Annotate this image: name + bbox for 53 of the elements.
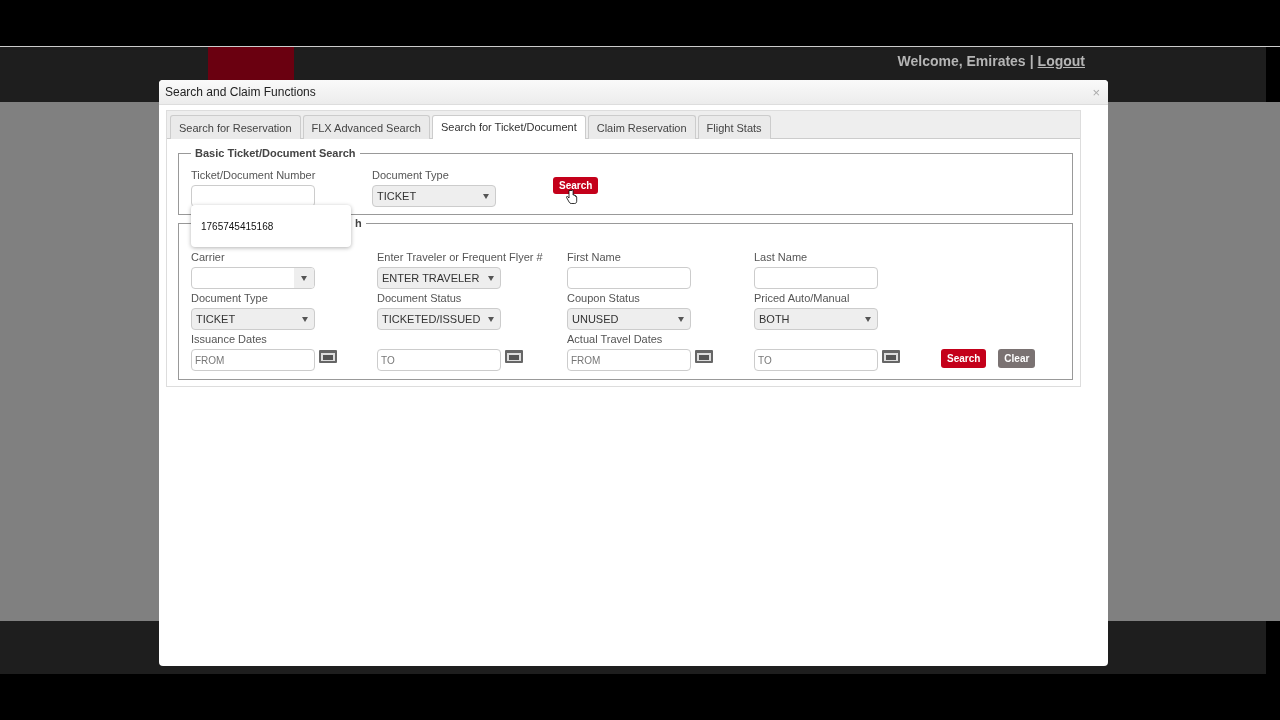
section-legend: h bbox=[351, 217, 366, 229]
hand-cursor-icon bbox=[566, 189, 579, 204]
field-label: Coupon Status bbox=[567, 292, 640, 304]
caret-icon bbox=[302, 316, 308, 322]
dialog-title: Search and Claim Functions bbox=[165, 85, 316, 99]
calendar-icon[interactable] bbox=[695, 350, 713, 363]
caret-icon bbox=[488, 316, 494, 322]
caret-icon bbox=[301, 275, 307, 281]
field-label: Enter Traveler or Frequent Flyer # bbox=[377, 251, 543, 263]
field-label: Actual Travel Dates bbox=[567, 333, 663, 345]
tab[interactable]: Search for Ticket/Document bbox=[431, 115, 586, 139]
date-field[interactable]: FROM bbox=[191, 349, 315, 371]
search-button[interactable]: Search bbox=[941, 349, 987, 368]
field-label: Ticket/Document Number bbox=[191, 169, 317, 182]
search-button[interactable]: Search bbox=[553, 177, 599, 194]
tab[interactable]: FLX Advanced Search bbox=[302, 115, 430, 139]
tab[interactable]: Flight Stats bbox=[697, 115, 771, 139]
input-field[interactable] bbox=[567, 267, 691, 289]
calendar-icon[interactable] bbox=[319, 350, 337, 363]
input-field[interactable] bbox=[754, 267, 878, 289]
caret-icon bbox=[678, 316, 684, 322]
field-label: Last Name bbox=[754, 251, 808, 263]
date-field[interactable]: FROM bbox=[567, 349, 691, 371]
caret-icon bbox=[865, 316, 871, 322]
select-field[interactable]: TICKETED/ISSUED bbox=[377, 308, 501, 330]
section-legend: Basic Ticket/Document Search bbox=[191, 147, 360, 159]
select-field[interactable]: ENTER TRAVELER bbox=[377, 267, 501, 289]
calendar-icon[interactable] bbox=[882, 350, 900, 363]
tab[interactable]: Claim Reservation bbox=[587, 115, 696, 139]
select-field[interactable]: TICKET bbox=[191, 308, 315, 330]
separator: | bbox=[1029, 53, 1034, 69]
select-field[interactable]: BOTH bbox=[754, 308, 878, 330]
caret-icon bbox=[483, 193, 489, 199]
calendar-icon[interactable] bbox=[505, 350, 523, 363]
field-label: Priced Auto/Manual bbox=[754, 292, 850, 304]
clear-button[interactable]: Clear bbox=[998, 349, 1036, 368]
welcome-text: Welcome, Emirates bbox=[897, 53, 1026, 69]
select-field[interactable]: TICKET bbox=[372, 185, 496, 207]
select-field[interactable] bbox=[191, 267, 315, 289]
field-label: Carrier bbox=[191, 251, 225, 263]
tab[interactable]: Search for Reservation bbox=[170, 115, 301, 139]
select-field[interactable]: UNUSED bbox=[567, 308, 691, 330]
suggestion-item[interactable]: 1765745415168 bbox=[191, 220, 274, 232]
logout-link[interactable]: Logout bbox=[1037, 53, 1085, 69]
field-label: Document Status bbox=[377, 292, 462, 304]
caret-icon bbox=[488, 275, 494, 281]
field-label: Document Type bbox=[191, 292, 268, 304]
input-field[interactable] bbox=[191, 185, 315, 207]
date-field[interactable]: TO bbox=[377, 349, 501, 371]
field-label: Issuance Dates bbox=[191, 333, 267, 345]
field-label: First Name bbox=[567, 251, 621, 263]
date-field[interactable]: TO bbox=[754, 349, 878, 371]
field-label: Document Type bbox=[372, 169, 450, 182]
